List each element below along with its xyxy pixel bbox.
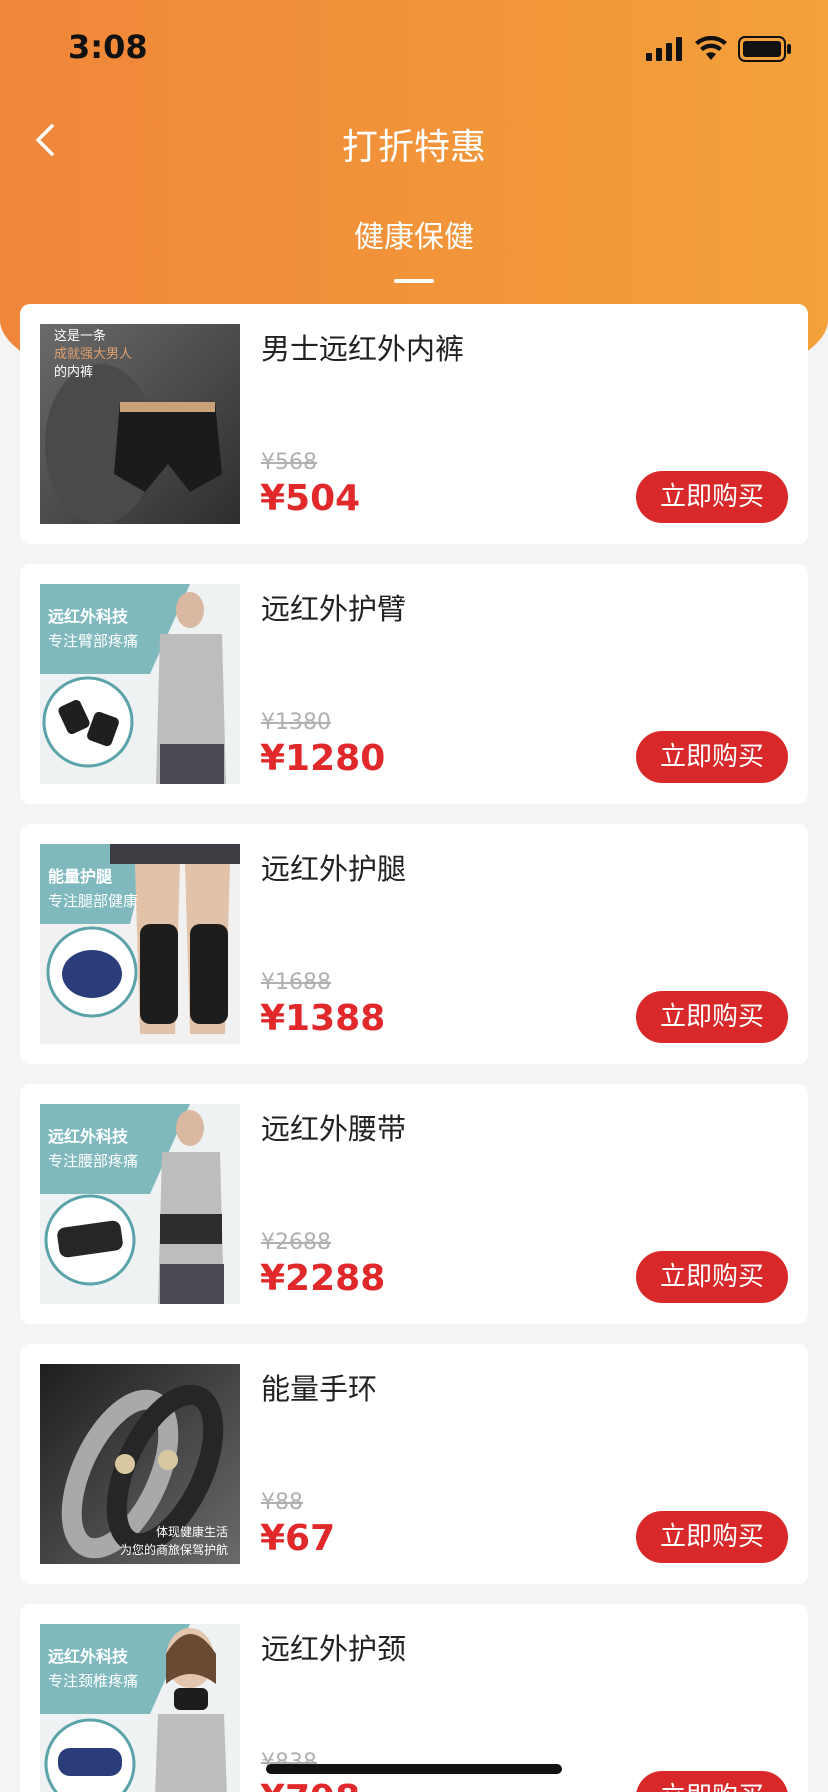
thumb-line-2: 专注颈椎疼痛 xyxy=(48,1672,138,1690)
sale-price: ¥2288 xyxy=(260,1258,386,1299)
product-image: 体现健康生活 为您的商旅保驾护航 xyxy=(40,1364,240,1564)
product-name: 能量手环 xyxy=(261,1372,378,1406)
sale-price: ¥1388 xyxy=(260,998,386,1039)
original-price: ¥88 xyxy=(261,1490,303,1515)
page-title: 打折特惠 xyxy=(341,127,486,168)
product-image: 能量护腿 专注腿部健康 xyxy=(40,844,240,1044)
original-price: ¥568 xyxy=(261,450,317,475)
original-price: ¥1380 xyxy=(261,710,331,735)
thumb-line-2: 成就强大男人 xyxy=(54,347,132,362)
original-price: ¥2688 xyxy=(261,1230,331,1255)
product-list: 这是一条 成就强大男人 的内裤 男士远红外内裤 ¥568 ¥504 立即购买 远… xyxy=(20,304,808,1792)
cellular-signal-icon xyxy=(646,37,682,61)
buy-now-button[interactable]: 立即购买 xyxy=(636,1511,788,1563)
product-card[interactable]: 体现健康生活 为您的商旅保驾护航 能量手环 ¥88 ¥67 立即购买 xyxy=(20,1344,808,1584)
sale-price: ¥1280 xyxy=(260,738,386,779)
tab-health-care[interactable]: 健康保健 xyxy=(0,212,828,256)
thumb-line-1: 远红外科技 xyxy=(48,1647,129,1666)
product-name: 远红外护颈 xyxy=(261,1632,407,1666)
status-bar: 3:08 xyxy=(0,0,828,100)
thumb-line-2: 专注臂部疼痛 xyxy=(48,632,138,650)
product-card[interactable]: 能量护腿 专注腿部健康 远红外护腿 ¥1688 ¥1388 立即购买 xyxy=(20,824,808,1064)
product-image: 远红外科技 专注腰部疼痛 xyxy=(40,1104,240,1304)
buy-now-button[interactable]: 立即购买 xyxy=(636,1771,788,1792)
product-image: 远红外科技 专注臂部疼痛 xyxy=(40,584,240,784)
sale-price: ¥67 xyxy=(260,1518,336,1559)
product-image: 远红外科技 专注颈椎疼痛 xyxy=(40,1624,240,1792)
thumb-line-2: 专注腰部疼痛 xyxy=(48,1152,138,1170)
product-name: 远红外护臂 xyxy=(261,592,407,626)
product-card[interactable]: 远红外科技 专注腰部疼痛 远红外腰带 ¥2688 ¥2288 立即购买 xyxy=(20,1084,808,1324)
navigation-bar: 打折特惠 xyxy=(0,100,828,180)
home-indicator xyxy=(266,1764,562,1774)
active-tab-indicator xyxy=(394,279,434,283)
thumb-line-2: 为您的商旅保驾护航 xyxy=(120,1542,228,1557)
thumb-line-1: 远红外科技 xyxy=(48,607,129,626)
buy-now-button[interactable]: 立即购买 xyxy=(636,1251,788,1303)
product-name: 男士远红外内裤 xyxy=(261,332,465,366)
status-time: 3:08 xyxy=(68,28,148,66)
buy-now-button[interactable]: 立即购买 xyxy=(636,471,788,523)
product-image: 这是一条 成就强大男人 的内裤 xyxy=(40,324,240,524)
battery-icon xyxy=(738,36,791,62)
thumb-line-1: 这是一条 xyxy=(54,328,106,344)
buy-now-button[interactable]: 立即购买 xyxy=(636,731,788,783)
buy-now-button[interactable]: 立即购买 xyxy=(636,991,788,1043)
original-price: ¥1688 xyxy=(261,970,331,995)
product-card[interactable]: 远红外科技 专注臂部疼痛 远红外护臂 ¥1380 ¥1280 立即购买 xyxy=(20,564,808,804)
product-name: 远红外腰带 xyxy=(261,1112,407,1146)
thumb-line-1: 能量护腿 xyxy=(48,867,112,886)
product-name: 远红外护腿 xyxy=(261,852,407,886)
thumb-line-1: 远红外科技 xyxy=(48,1127,129,1146)
status-icons xyxy=(646,36,792,62)
wifi-icon xyxy=(695,36,727,60)
sale-price: ¥504 xyxy=(260,478,361,519)
sale-price: ¥798 xyxy=(260,1778,360,1792)
thumb-line-2: 专注腿部健康 xyxy=(48,892,138,910)
screen: 3:08 打折特惠 健康保健 这是一条 成就强大男人 的内裤 男士远红外内裤 ¥… xyxy=(0,0,828,1792)
thumb-line-1: 体现健康生活 xyxy=(156,1524,228,1539)
product-card[interactable]: 这是一条 成就强大男人 的内裤 男士远红外内裤 ¥568 ¥504 立即购买 xyxy=(20,304,808,544)
thumb-line-3: 的内裤 xyxy=(54,364,93,380)
